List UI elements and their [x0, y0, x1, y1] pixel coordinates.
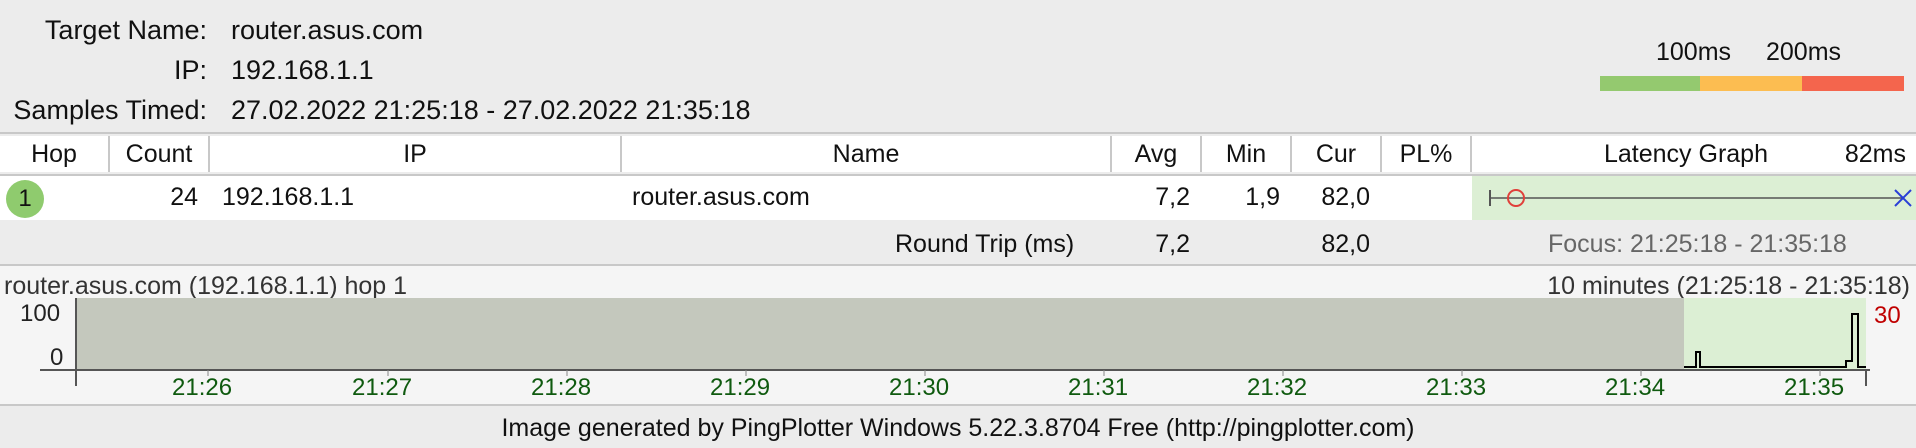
- col-header-latency-graph[interactable]: Latency Graph 82ms: [1472, 136, 1916, 172]
- x-tick-label: 21:30: [889, 374, 950, 401]
- x-tick-label: 21:34: [1605, 374, 1666, 401]
- x-tick-label: 21:33: [1426, 374, 1487, 401]
- cell-cur: 82,0: [1321, 183, 1370, 211]
- footer-credit: Image generated by PingPlotter Windows 5…: [501, 414, 1415, 442]
- cell-ip: 192.168.1.1: [222, 183, 355, 211]
- latency-graph: [1472, 176, 1916, 220]
- cell-pl: [1382, 176, 1460, 220]
- latency-graph-label: Latency Graph: [1604, 140, 1768, 168]
- ip-label: IP:: [173, 55, 207, 85]
- x-tick-label: 21:29: [710, 374, 771, 401]
- col-header-hop[interactable]: Hop: [0, 136, 110, 172]
- col-header-min[interactable]: Min: [1202, 136, 1292, 172]
- latency-graph-max: 82ms: [1844, 140, 1906, 168]
- cell-min: 1,9: [1245, 183, 1280, 211]
- cell-count: 24: [170, 183, 198, 211]
- focus-range: Focus: 21:25:18 - 21:35:18: [1548, 230, 1847, 258]
- timeline-range: 10 minutes (21:25:18 - 21:35:18): [1547, 272, 1910, 300]
- legend-200ms-label: 200ms: [1766, 38, 1842, 66]
- ip-value: 192.168.1.1: [231, 55, 374, 85]
- legend-100ms-label: 100ms: [1656, 38, 1732, 66]
- divider: [0, 132, 1916, 134]
- cell-avg: 7,2: [1155, 183, 1190, 211]
- target-name-label: Target Name:: [44, 15, 207, 45]
- legend-orange-segment: [1700, 76, 1802, 91]
- divider: [0, 404, 1916, 406]
- x-tick-label: 21:32: [1247, 374, 1308, 401]
- hop-badge: 1: [6, 180, 44, 218]
- x-tick-label: 21:28: [531, 374, 592, 401]
- round-trip-label: Round Trip (ms): [895, 230, 1075, 258]
- target-name-value: router.asus.com: [231, 15, 424, 45]
- x-tick-label: 21:26: [172, 374, 233, 401]
- round-trip-avg: 7,2: [1155, 230, 1190, 258]
- col-header-count[interactable]: Count: [110, 136, 210, 172]
- timeline-title: router.asus.com (192.168.1.1) hop 1: [4, 272, 408, 300]
- col-header-cur[interactable]: Cur: [1292, 136, 1382, 172]
- col-header-ip[interactable]: IP: [210, 136, 622, 172]
- x-tick-label: 21:35: [1784, 374, 1845, 401]
- samples-timed-label: Samples Timed:: [13, 95, 207, 125]
- x-tick-label: 21:27: [352, 374, 413, 401]
- col-header-name[interactable]: Name: [622, 136, 1112, 172]
- legend-green-segment: [1600, 76, 1700, 91]
- round-trip-cur: 82,0: [1321, 230, 1370, 258]
- x-tick-label: 21:31: [1068, 374, 1129, 401]
- legend-red-segment: [1802, 76, 1904, 91]
- col-header-pl[interactable]: PL%: [1382, 136, 1472, 172]
- col-header-avg[interactable]: Avg: [1112, 136, 1202, 172]
- cell-name: router.asus.com: [632, 183, 810, 211]
- samples-timed-value: 27.02.2022 21:25:18 - 27.02.2022 21:35:1…: [231, 95, 751, 125]
